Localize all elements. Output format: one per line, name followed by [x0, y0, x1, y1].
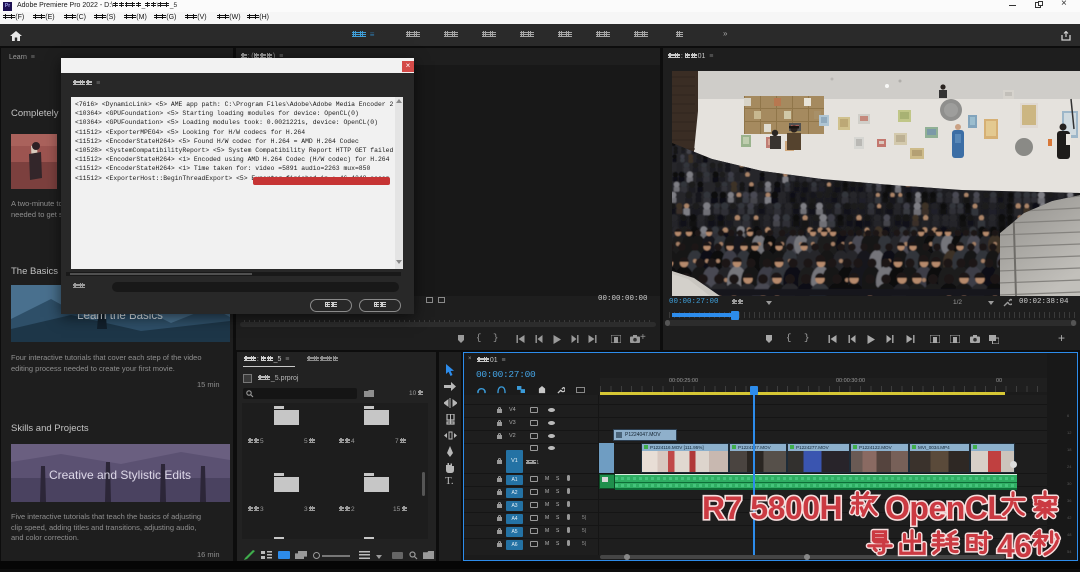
svg-text:OpenCL: OpenCL [885, 490, 1006, 526]
svg-text:Creative and Stylistic Edits: Creative and Stylistic Edits [49, 468, 191, 482]
svg-text:R7 5800H: R7 5800H [702, 490, 842, 526]
svg-text:46: 46 [997, 528, 1032, 564]
